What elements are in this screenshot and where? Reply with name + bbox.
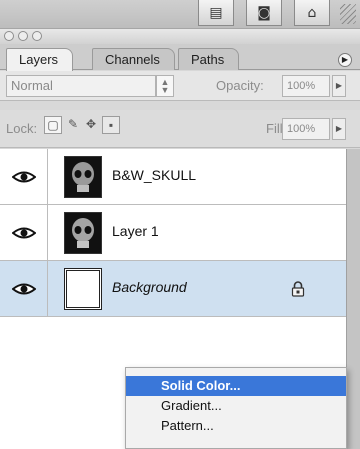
- visibility-toggle[interactable]: [0, 205, 48, 260]
- panel-tabs: Layers Channels Paths ▶: [0, 44, 360, 71]
- minimize-dot-icon[interactable]: [18, 31, 28, 41]
- menu-item-pattern[interactable]: Pattern...: [126, 416, 346, 436]
- visibility-toggle[interactable]: [0, 261, 48, 316]
- fill-slider-button[interactable]: ▶: [332, 118, 346, 140]
- opacity-slider-button[interactable]: ▶: [332, 75, 346, 97]
- blend-mode-select[interactable]: Normal: [6, 75, 156, 97]
- lock-row: Lock: ▢ ✎ ✥ ▪ Fill: 100% ▶: [0, 110, 360, 148]
- eye-icon: [12, 171, 36, 183]
- lock-icon: [291, 281, 305, 302]
- fill-input[interactable]: 100%: [282, 118, 330, 140]
- folder-icon: ▤: [209, 4, 223, 21]
- triangle-right-icon: ▶: [335, 81, 343, 90]
- layer-row-selected[interactable]: Background: [0, 261, 346, 317]
- close-dot-icon[interactable]: [4, 31, 14, 41]
- skull-icon: [65, 157, 101, 197]
- resize-grip-icon[interactable]: [340, 4, 356, 24]
- tab-channels[interactable]: Channels: [92, 48, 175, 70]
- panel-toolbar: ▤ ◙ ⌂: [0, 0, 360, 28]
- layers-scrollbar[interactable]: [346, 149, 360, 449]
- menu-item-gradient[interactable]: Gradient...: [126, 396, 346, 416]
- tab-paths[interactable]: Paths: [178, 48, 240, 70]
- layer-row[interactable]: Layer 1: [0, 205, 346, 261]
- tab-layers[interactable]: Layers: [6, 48, 74, 71]
- layer-thumbnail: [64, 156, 102, 198]
- skull-icon: [65, 213, 101, 253]
- triangle-right-icon: ▶: [335, 124, 343, 133]
- delete-layer-button[interactable]: ⌂: [294, 0, 330, 26]
- blend-mode-stepper[interactable]: ▲ ▼: [156, 75, 174, 97]
- new-group-button[interactable]: ▤: [198, 0, 234, 26]
- eye-icon: [12, 227, 36, 239]
- opacity-input[interactable]: 100%: [282, 75, 330, 97]
- fill-layer-context-menu: Solid Color... Gradient... Pattern...: [125, 367, 347, 449]
- opacity-label: Opacity:: [216, 78, 264, 93]
- panel-menu-button[interactable]: ▶: [338, 53, 352, 67]
- layer-name[interactable]: B&W_SKULL: [112, 167, 196, 183]
- menu-item-solid-color[interactable]: Solid Color...: [126, 376, 346, 396]
- lock-transparency-icon[interactable]: ▢: [44, 116, 62, 134]
- lock-pixels-icon[interactable]: ✎: [64, 116, 82, 134]
- lock-all-icon[interactable]: ▪: [102, 116, 120, 134]
- triangle-right-icon: ▶: [341, 55, 349, 64]
- blend-row: Normal ▲ ▼ Opacity: 100% ▶: [0, 71, 360, 101]
- new-layer-button[interactable]: ◙: [246, 0, 282, 26]
- layer-thumbnail: [64, 212, 102, 254]
- lock-label: Lock:: [6, 121, 38, 136]
- panel-titlebar[interactable]: [0, 28, 360, 44]
- up-down-arrows-icon: ▲ ▼: [160, 77, 170, 95]
- layer-name[interactable]: Layer 1: [112, 223, 159, 239]
- layer-name[interactable]: Background: [112, 279, 187, 295]
- layer-row[interactable]: B&W_SKULL: [0, 149, 346, 205]
- layer-thumbnail: [64, 268, 102, 310]
- camera-icon: ◙: [257, 4, 271, 21]
- visibility-toggle[interactable]: [0, 149, 48, 204]
- lock-position-icon[interactable]: ✥: [82, 116, 100, 134]
- trash-icon: ⌂: [307, 4, 317, 21]
- zoom-dot-icon[interactable]: [32, 31, 42, 41]
- eye-icon: [12, 283, 36, 295]
